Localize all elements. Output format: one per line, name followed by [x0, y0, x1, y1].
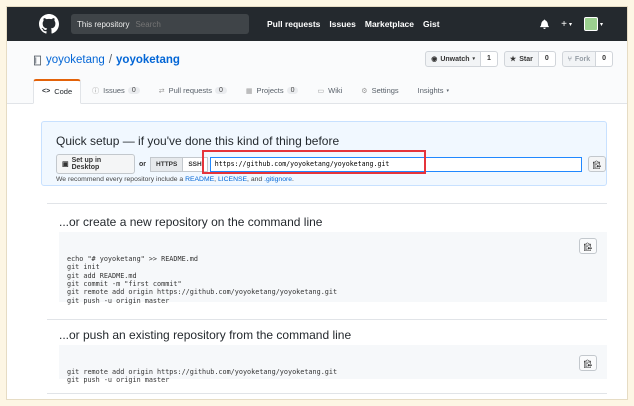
fork-icon: ⑂	[567, 55, 572, 63]
repo-tabs: <> Code ⓘ Issues 0 ⇄ Pull requests 0 ▦ Project…	[33, 79, 460, 104]
eye-icon: ◉	[431, 56, 438, 63]
repo-title: yoyoketang / yoyoketang	[33, 54, 180, 66]
avatar	[583, 17, 598, 31]
section-divider	[47, 203, 607, 204]
watch-label: Unwatch	[440, 55, 470, 63]
tab-issues[interactable]: ⓘ Issues 0	[84, 79, 148, 103]
create-code-block: echo "# yoyoketang" >> README.md git ini…	[59, 232, 607, 305]
tab-code-label: Code	[54, 87, 73, 96]
gear-icon: ⚙	[361, 87, 368, 95]
tab-settings[interactable]: ⚙ Settings	[353, 79, 406, 103]
book-icon: ▭	[317, 87, 325, 95]
tab-pull-requests-label: Pull requests	[168, 86, 212, 95]
top-navbar: This repository Pull requests Issues Mar…	[7, 7, 627, 41]
star-icon: ★	[509, 56, 517, 63]
tab-projects[interactable]: ▦ Projects 0	[238, 79, 307, 103]
push-code-block: git remote add origin https://github.com…	[59, 345, 607, 384]
repo-owner-link[interactable]: yoyoketang	[46, 54, 105, 66]
tab-issues-count: 0	[127, 87, 140, 94]
quick-setup-title: Quick setup — if you've done this kind o…	[56, 134, 340, 148]
push-code-text: git remote add origin https://github.com…	[67, 367, 338, 385]
copy-url-button[interactable]	[588, 156, 606, 172]
create-new-icon[interactable]: + ▾	[561, 19, 572, 30]
comma-1: ,	[214, 176, 217, 183]
chevron-down-icon: ▾	[446, 87, 450, 94]
clipboard-icon	[593, 160, 602, 169]
recommend-text: We recommend every repository include a …	[56, 176, 294, 183]
repo-separator: /	[108, 54, 113, 66]
star-label: Star	[519, 55, 533, 63]
tab-wiki[interactable]: ▭ Wiki	[309, 79, 350, 103]
setup-desktop-button[interactable]: ▣ Set up in Desktop	[56, 154, 136, 174]
chevron-down-icon: ▾	[472, 56, 475, 62]
https-button[interactable]: HTTPS	[150, 156, 184, 172]
desktop-icon: ▣	[62, 161, 69, 168]
repo-name-link[interactable]: yoyoketang	[116, 54, 180, 66]
tab-wiki-label: Wiki	[328, 86, 343, 95]
repo-header: yoyoketang / yoyoketang ◉ Unwatch ▾ 1 ★ Sta…	[7, 41, 627, 104]
star-count[interactable]: 0	[538, 51, 556, 67]
nav-marketplace[interactable]: Marketplace	[365, 19, 414, 29]
readme-link[interactable]: README	[185, 176, 214, 183]
tab-settings-label: Settings	[371, 86, 399, 95]
fork-label: Fork	[574, 55, 591, 63]
pull-request-icon: ⇄	[158, 87, 165, 95]
search-scope: This repository	[77, 19, 130, 29]
fork-count[interactable]: 0	[596, 51, 613, 67]
browser-content: This repository Pull requests Issues Mar…	[6, 6, 628, 400]
create-section-title: ...or create a new repository on the com…	[59, 215, 323, 229]
watch-button[interactable]: ◉ Unwatch ▾	[425, 51, 481, 67]
header-nav: Pull requests Issues Marketplace Gist	[267, 19, 449, 29]
section-divider	[47, 393, 607, 394]
copy-create-code-button[interactable]	[579, 238, 597, 254]
repo-icon	[33, 55, 42, 65]
plus-label: +	[561, 18, 567, 30]
tab-projects-label: Projects	[256, 86, 284, 95]
search-box[interactable]: This repository	[71, 14, 249, 34]
clipboard-icon	[584, 359, 592, 368]
or-label: or	[139, 160, 147, 168]
code-icon: <>	[42, 88, 51, 95]
project-icon: ▦	[245, 87, 253, 95]
user-menu[interactable]: ▾	[583, 17, 603, 31]
nav-gist[interactable]: Gist	[423, 19, 440, 29]
tab-issues-label: Issues	[103, 86, 125, 95]
nav-issues[interactable]: Issues	[329, 19, 355, 29]
tab-insights[interactable]: Insights ▾	[410, 79, 457, 103]
gitignore-link[interactable]: .gitignore	[264, 176, 292, 183]
fork-group: ⑂ Fork 0	[561, 51, 613, 67]
tab-pull-requests[interactable]: ⇄ Pull requests 0	[151, 79, 235, 103]
setup-desktop-label: Set up in Desktop	[71, 157, 102, 171]
tab-code[interactable]: <> Code	[33, 79, 82, 104]
star-button[interactable]: ★ Star	[503, 51, 539, 67]
search-input[interactable]	[135, 19, 226, 29]
notifications-icon[interactable]	[540, 19, 550, 29]
nav-pull-requests[interactable]: Pull requests	[267, 19, 320, 29]
url-highlight-annotation	[202, 150, 426, 174]
and-label: and	[250, 176, 263, 183]
section-divider	[47, 319, 607, 320]
watch-count[interactable]: 1	[481, 51, 498, 67]
repo-actions: ◉ Unwatch ▾ 1 ★ Star 0 ⑂ Fork 0	[419, 51, 613, 67]
push-section-title: ...or push an existing repository from t…	[59, 328, 352, 342]
fork-button[interactable]: ⑂ Fork	[561, 51, 597, 67]
tab-projects-count: 0	[286, 87, 299, 94]
tab-insights-label: Insights	[417, 86, 444, 95]
star-group: ★ Star 0	[503, 51, 556, 67]
license-link[interactable]: LICENSE	[218, 176, 247, 183]
tab-pull-requests-count: 0	[214, 87, 227, 94]
comma-2: ,	[247, 176, 249, 183]
period: .	[292, 176, 294, 183]
create-code-text: echo "# yoyoketang" >> README.md git ini…	[67, 254, 338, 305]
issue-icon: ⓘ	[92, 87, 100, 95]
clipboard-icon	[584, 242, 592, 251]
github-logo-icon[interactable]	[39, 14, 59, 34]
recommend-prefix: We recommend every repository include a	[56, 176, 184, 183]
copy-push-code-button[interactable]	[579, 355, 597, 371]
header-actions: + ▾ ▾	[528, 17, 603, 31]
watch-group: ◉ Unwatch ▾ 1	[425, 51, 498, 67]
